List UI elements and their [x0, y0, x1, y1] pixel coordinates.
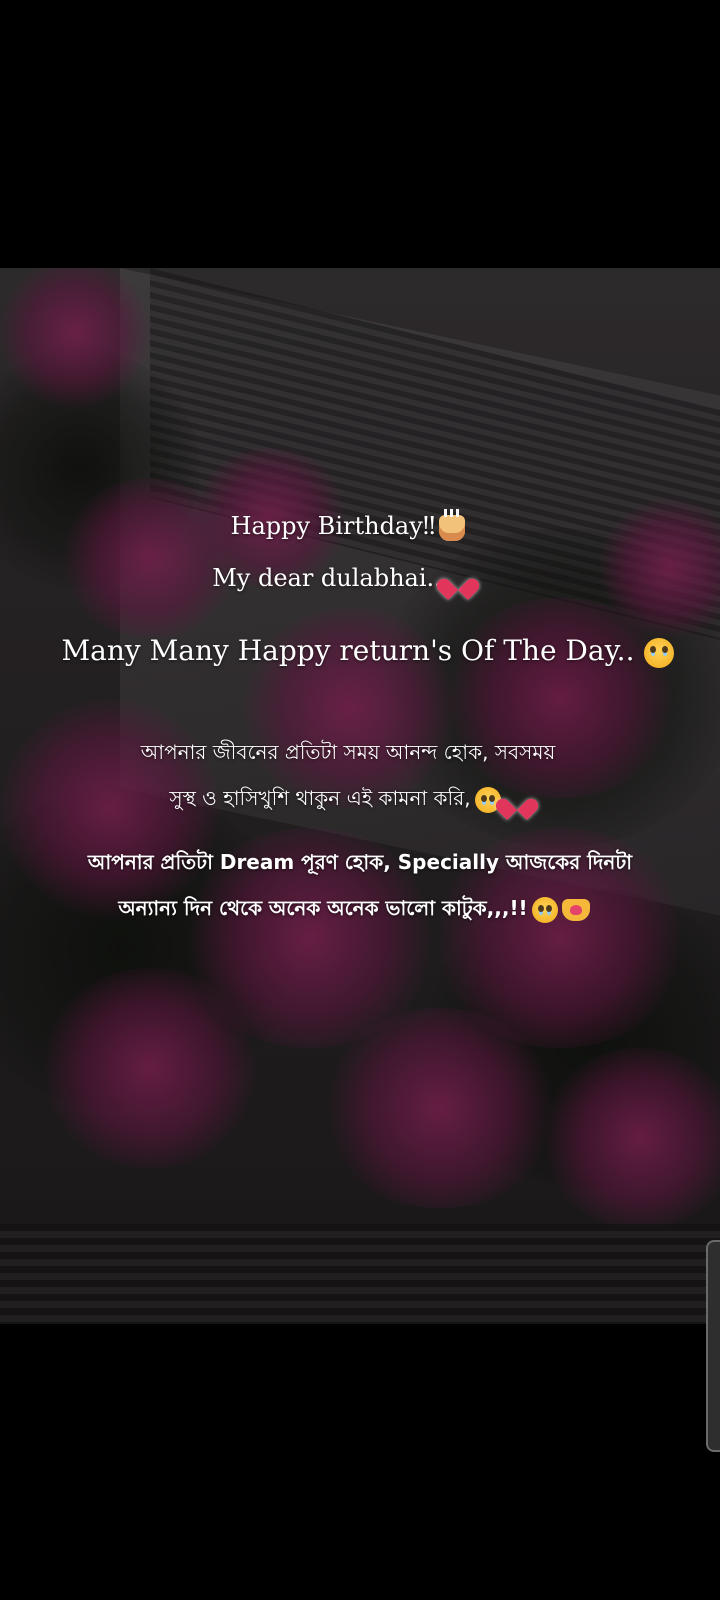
wish-line-2: সুস্থ ও হাসিখুশি থাকুন এই কামনা করি, — [0, 784, 710, 817]
glowing-heart-icon — [505, 788, 531, 812]
glowing-heart-icon — [446, 568, 472, 592]
greeting-text: My dear dulabhai.. — [212, 564, 442, 592]
wish-line-3: আপনার প্রতিটা Dream পূরণ হোক, Specially … — [0, 848, 720, 881]
edge-panel-handle[interactable] — [706, 1240, 720, 1452]
greeting-line-2: My dear dulabhai.. — [0, 564, 702, 592]
heart-hands-icon — [561, 898, 590, 921]
wish-text: আপনার জীবনের প্রতিটা সময় আনন্দ হোক, সবস… — [140, 740, 556, 764]
wish-text: অন্যান্য দিন থেকে অনেক অনেক ভালো কাটুক,,… — [118, 896, 528, 920]
birthday-cake-icon — [439, 508, 466, 541]
greeting-text: Many Many Happy return's Of The Day.. — [61, 634, 635, 667]
greeting-line-3: Many Many Happy return's Of The Day.. — [8, 634, 720, 668]
caption-overlay: Happy Birthday‼ My dear dulabhai.. Many … — [0, 268, 720, 1324]
greeting-text: Happy Birthday‼ — [230, 512, 436, 540]
wish-line-1: আপনার জীবনের প্রতিটা সময় আনন্দ হোক, সবস… — [0, 738, 708, 771]
wish-text: আপনার প্রতিটা Dream পূরণ হোক, Specially … — [87, 850, 633, 874]
story-screen: Happy Birthday‼ My dear dulabhai.. Many … — [0, 0, 720, 1600]
wish-text: সুস্থ ও হাসিখুশি থাকুন এই কামনা করি, — [169, 786, 471, 810]
holding-back-tears-icon — [644, 637, 675, 668]
wish-line-4: অন্যান্য দিন থেকে অনেক অনেক ভালো কাটুক,,… — [0, 894, 714, 927]
greeting-line-1: Happy Birthday‼ — [0, 508, 708, 541]
holding-back-tears-icon — [531, 896, 558, 923]
